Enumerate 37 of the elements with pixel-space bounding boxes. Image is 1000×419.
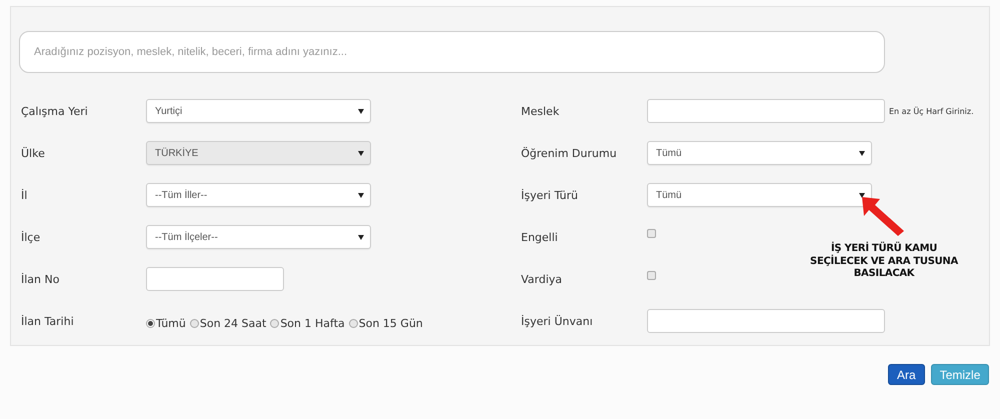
field-label: Engelli	[521, 230, 559, 244]
search-field[interactable]: Aradığınız pozisyon, meslek, nitelik, beceri, firma adını yazınız...	[19, 31, 885, 73]
dropdown[interactable]: --Tüm İller--	[146, 183, 371, 207]
field-label: İlan Tarihi	[20, 314, 75, 328]
checkbox[interactable]	[647, 270, 656, 280]
dropdown[interactable]: Yurtiçi	[146, 99, 371, 123]
field-label: İşyeri Ünvanı	[521, 314, 594, 328]
field-label: İlan No	[20, 272, 60, 286]
dropdown[interactable]: Tümü	[647, 141, 872, 165]
caret-icon	[358, 150, 364, 156]
radio-option[interactable]: Son 24 Saat	[190, 316, 266, 330]
checkbox[interactable]	[647, 228, 656, 238]
field-label: İlçe	[20, 230, 42, 244]
hint-text: En az Üç Harf Giriniz.	[889, 106, 974, 116]
radio-option[interactable]: Son 15 Gün	[348, 316, 423, 330]
field-label: Öğrenim Durumu	[521, 146, 618, 160]
input-field[interactable]	[647, 99, 885, 123]
caret-icon	[358, 234, 364, 240]
field-label: Ülke	[20, 146, 46, 160]
annotation-text: İŞ YERİ TÜRÜ KAMU SEÇİLECEK VE ARA TUSUNA BASILACAK	[809, 243, 960, 280]
field-label: Meslek	[521, 104, 560, 118]
radio-option[interactable]: Son 1 Hafta	[270, 316, 345, 330]
input-field[interactable]	[647, 309, 885, 333]
arrow-icon	[860, 195, 906, 237]
input-field[interactable]	[146, 267, 284, 291]
dropdown[interactable]: --Tüm İlçeler--	[146, 225, 371, 249]
radio-option[interactable]: Tümü	[146, 316, 186, 330]
caret-icon	[859, 192, 865, 198]
field-label: Vardiya	[521, 272, 564, 286]
caret-icon	[859, 150, 865, 156]
caret-icon	[358, 108, 364, 114]
field-label: İl	[20, 188, 28, 202]
field-label: İşyeri Türü	[521, 188, 580, 202]
dropdown[interactable]: Tümü	[647, 183, 872, 207]
caret-icon	[358, 192, 364, 198]
search-button[interactable]: Ara	[888, 364, 925, 385]
field-label: Çalışma Yeri	[20, 104, 89, 118]
